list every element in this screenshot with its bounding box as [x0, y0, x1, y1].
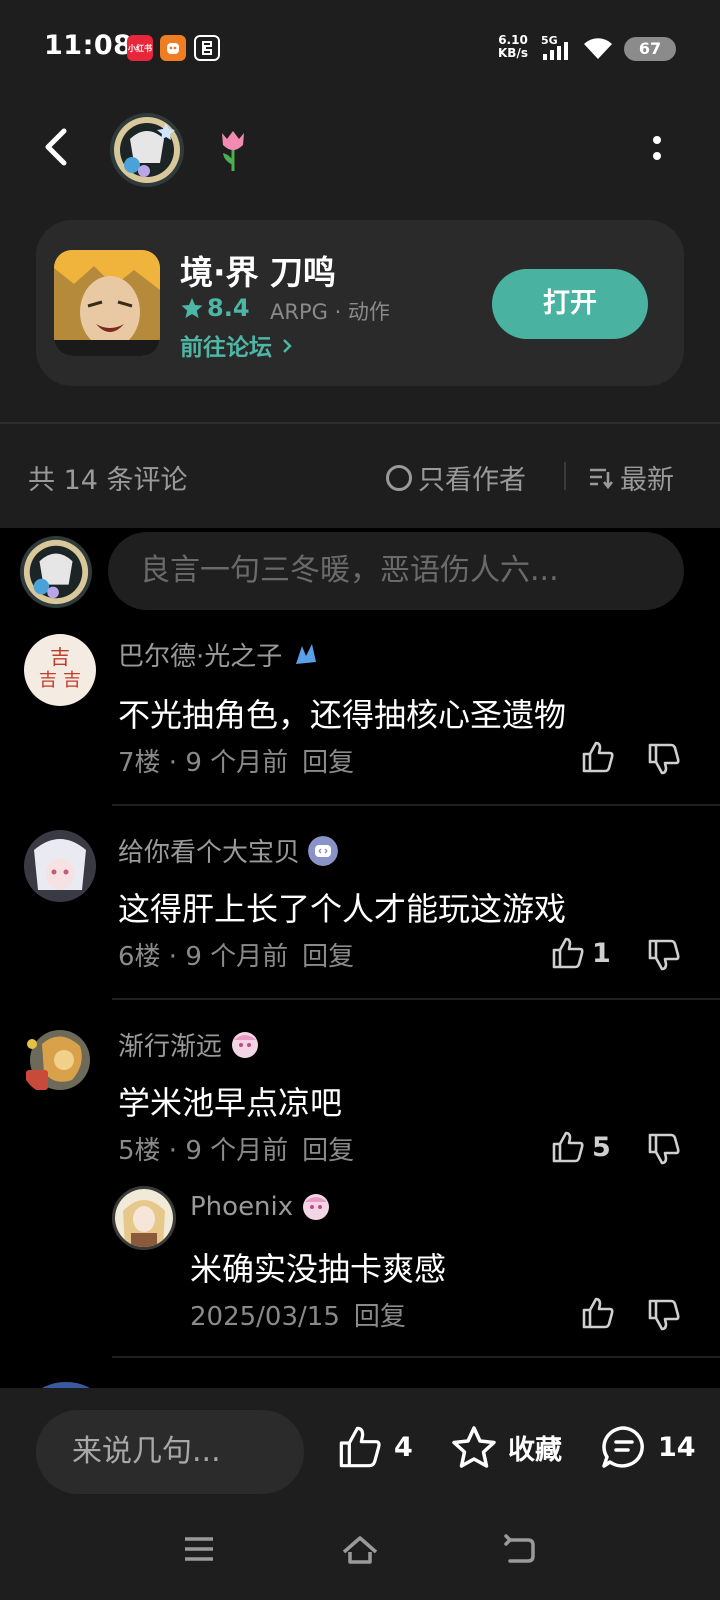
user-badge-icon [303, 1194, 330, 1220]
comment-count: 共 14 条评论 [28, 465, 188, 496]
bot-app-icon [160, 35, 186, 61]
discord-badge-icon [308, 835, 339, 866]
comment-divider [112, 1356, 720, 1358]
reply-button[interactable]: 回复 [302, 1136, 354, 1166]
thumbs-up-icon [339, 1426, 381, 1468]
thumbs-up-icon [582, 1297, 614, 1329]
comment-sort-bar: 共 14 条评论 只看作者 最新 [0, 424, 720, 528]
comment-username[interactable]: 巴尔德·光之子 [118, 636, 320, 673]
thumbs-down-icon [648, 1133, 680, 1165]
star-icon [181, 298, 203, 318]
like-button[interactable] [580, 1296, 622, 1330]
bottom-action-bar: 来说几句... 4 收藏 14 [0, 1388, 720, 1600]
back-icon[interactable] [38, 125, 78, 169]
thumbs-down-icon [648, 1299, 680, 1331]
game-app-card[interactable]: 境·界 刀鸣 8.4 ARPG · 动作 前往论坛 打开 [36, 220, 684, 386]
dislike-button[interactable] [646, 938, 682, 976]
comment-meta: 5楼 · 9 个月前 回复 [118, 1136, 355, 1166]
dislike-button[interactable] [646, 1132, 682, 1170]
thumbs-up-icon [582, 741, 614, 773]
comment-username[interactable]: 渐行渐远 [118, 1026, 260, 1063]
reply-button[interactable]: 回复 [302, 942, 354, 972]
comment-avatar[interactable] [24, 830, 96, 902]
svg-text:吉: 吉 [39, 670, 57, 691]
comment-meta: 6楼 · 9 个月前 回复 [118, 942, 355, 972]
star-outline-icon [452, 1426, 496, 1468]
my-avatar [20, 536, 92, 608]
forum-link[interactable]: 前往论坛 [180, 328, 294, 362]
back-nav-icon[interactable] [502, 1532, 536, 1570]
comment-input[interactable] [108, 532, 684, 610]
system-nav-bar [0, 1518, 720, 1600]
comment-divider [112, 998, 720, 1000]
meituan-icon [194, 35, 220, 61]
menu-icon[interactable] [182, 1532, 216, 1570]
thumbs-up-icon [552, 1131, 584, 1163]
reply-avatar[interactable] [112, 1186, 176, 1250]
reply-button[interactable]: 回复 [354, 1302, 406, 1332]
thumbs-up-icon [552, 937, 584, 969]
comment-text: 不光抽角色，还得抽核心圣遗物 [118, 696, 567, 734]
status-bar: 11:08 小红书 6.10 KB/s 5G 67 [0, 0, 720, 90]
only-author-toggle[interactable]: 只看作者 [386, 458, 526, 497]
game-genre: ARPG · 动作 [270, 300, 390, 324]
comment-avatar[interactable]: 吉吉吉 [24, 634, 96, 706]
wifi-icon [582, 35, 614, 65]
say-something-input[interactable]: 来说几句... [36, 1410, 304, 1494]
net-speed: 6.10 KB/s [498, 33, 528, 60]
comment-text: 这得肝上长了个人才能玩这游戏 [118, 890, 567, 928]
post-header [0, 105, 720, 195]
post-like-button[interactable]: 4 [336, 1424, 413, 1470]
svg-text:吉: 吉 [50, 645, 70, 669]
more-options-icon[interactable] [650, 131, 664, 165]
open-game-button[interactable]: 打开 [492, 269, 648, 339]
radio-circle-icon [386, 464, 412, 491]
tulip-badge-icon [218, 127, 248, 173]
like-button[interactable]: 5 [550, 1130, 611, 1164]
svg-text:5G: 5G [541, 34, 558, 47]
game-rating: 8.4 [180, 294, 250, 322]
comments-button[interactable]: 14 [600, 1424, 696, 1470]
comment-text: 学米池早点凉吧 [118, 1084, 343, 1122]
favorite-button[interactable]: 收藏 [450, 1424, 562, 1470]
like-button[interactable]: 1 [550, 936, 611, 970]
dislike-button[interactable] [646, 742, 682, 780]
home-icon[interactable] [340, 1532, 380, 1570]
user-badge-icon [232, 1031, 259, 1058]
sort-icon [590, 468, 614, 489]
reply-button[interactable]: 回复 [302, 748, 354, 778]
comment-avatar[interactable] [20, 1024, 92, 1096]
thumbs-down-icon [648, 939, 680, 971]
divider [564, 462, 566, 490]
comment-meta: 7楼 · 9 个月前 回复 [118, 748, 355, 778]
status-time: 11:08 [44, 30, 133, 61]
game-name: 境·界 刀鸣 [180, 253, 337, 292]
reply-meta: 2025/03/15 回复 [190, 1302, 406, 1332]
signal-5g-icon: 5G [541, 34, 577, 66]
dislike-button[interactable] [646, 1298, 682, 1336]
reply-text: 米确实没抽卡爽感 [190, 1250, 447, 1288]
reply-username[interactable]: Phoenix [190, 1192, 331, 1222]
user-badge-icon [296, 643, 317, 664]
comment-username[interactable]: 给你看个大宝贝 [118, 832, 339, 869]
like-button[interactable] [580, 740, 622, 774]
comment-bubble-icon [602, 1426, 644, 1468]
thumbs-down-icon [648, 743, 680, 775]
comment-divider [112, 804, 720, 806]
author-avatar[interactable] [110, 113, 184, 187]
game-app-icon[interactable] [54, 250, 160, 356]
svg-text:吉: 吉 [63, 670, 81, 691]
sort-newest-button[interactable]: 最新 [588, 458, 674, 497]
chevron-right-icon [283, 339, 292, 353]
xiaohongshu-icon: 小红书 [127, 35, 153, 61]
battery-indicator: 67 [624, 37, 676, 61]
